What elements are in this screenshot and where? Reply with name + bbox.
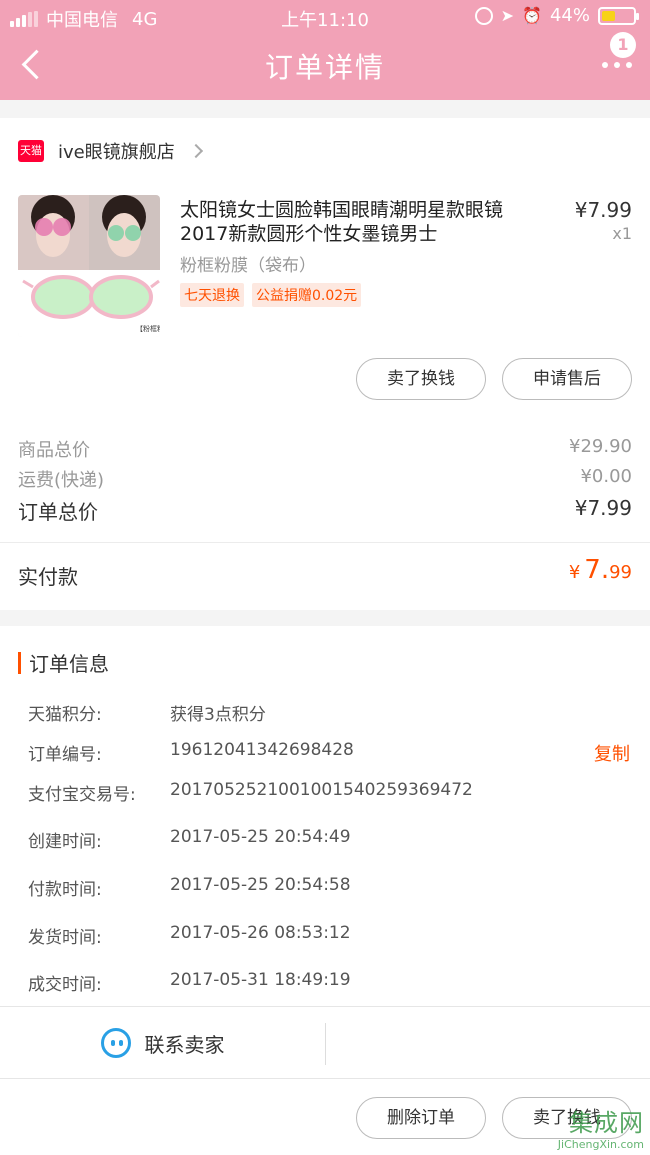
contact-bar: 联系卖家: [0, 1006, 650, 1078]
paid-currency: ¥: [568, 562, 581, 583]
sunglasses-photo: 【粉框粉膜】: [18, 195, 160, 337]
info-value: 获得3点积分: [170, 705, 266, 725]
paid-row: 实付款 ¥ 7. 99: [0, 542, 650, 610]
sell-button[interactable]: 卖了换钱: [356, 358, 486, 400]
info-value: 2017-05-25 20:54:49: [170, 827, 351, 847]
paid-decimal: 99: [609, 562, 632, 583]
order-total-value: ¥7.99: [574, 496, 632, 520]
order-info-title: 订单信息: [29, 652, 109, 676]
order-info-card: 订单信息 天猫积分: 获得3点积分 订单编号: 1961204134269842…: [0, 626, 650, 1006]
page-title: 订单详情: [264, 51, 385, 84]
contact-seller-label: 联系卖家: [144, 1032, 225, 1057]
paid-amount: ¥ 7. 99: [569, 555, 632, 585]
contact-seller-button[interactable]: 联系卖家: [0, 1007, 325, 1079]
battery-icon: [598, 6, 639, 25]
info-value: 2017-05-25 20:54:58: [170, 875, 351, 895]
status-bar: 中国电信 4G 上午11:10 ➤ ⏰ 44%: [0, 0, 650, 34]
battery-percent: 44%: [549, 5, 590, 26]
after-sale-button[interactable]: 申请售后: [502, 358, 632, 400]
store-link[interactable]: 天猫 ive眼镜旗舰店: [18, 138, 203, 164]
info-key: 支付宝交易号:: [28, 785, 136, 805]
rotation-lock-icon: [474, 6, 493, 25]
info-key: 订单编号:: [28, 745, 102, 765]
info-key: 成交时间:: [28, 975, 102, 995]
chevron-right-icon: [188, 143, 203, 159]
service-tags: 七天退换 公益捐赠0.02元: [180, 283, 362, 307]
shipping-label: 运费(快递): [18, 470, 105, 491]
info-value: 19612041342698428: [170, 740, 354, 760]
info-key: 创建时间:: [28, 832, 102, 852]
info-key: 付款时间:: [28, 880, 102, 900]
watermark: 集成网 JiChengXin.com: [558, 1103, 644, 1151]
product-image[interactable]: 【粉框粉膜】: [18, 195, 160, 337]
header: 中国电信 4G 上午11:10 ➤ ⏰ 44% 订单详情 1: [0, 0, 650, 100]
divider: [325, 1023, 326, 1065]
watermark-main: 集成网: [569, 1109, 644, 1137]
tag-charity: 公益捐赠0.02元: [252, 283, 362, 307]
tmall-logo-icon: 天猫: [18, 140, 44, 162]
goods-total-label: 商品总价: [18, 440, 90, 461]
battery-fill: [602, 10, 616, 21]
product-quantity: x1: [612, 224, 632, 243]
info-value: 2017-05-26 08:53:12: [170, 923, 351, 943]
shipping-row: 运费(快递) ¥0.00: [18, 466, 632, 492]
product-spec: 粉框粉膜（袋布）: [180, 256, 316, 276]
info-value: 2017-05-31 18:49:19: [170, 970, 351, 990]
shipping-value: ¥0.00: [580, 466, 632, 487]
goods-total-value: ¥29.90: [569, 436, 632, 457]
image-caption: 【粉框粉膜】: [136, 324, 160, 333]
copy-button[interactable]: 复制: [594, 740, 630, 766]
info-key: 天猫积分:: [28, 705, 102, 725]
section-marker: [18, 651, 21, 674]
status-right: ➤ ⏰ 44%: [474, 5, 639, 26]
alarm-icon: ⏰: [522, 6, 542, 25]
product-title[interactable]: 太阳镜女士圆脸韩国眼睛潮明星款眼镜2017新款圆形个性女墨镜男士: [180, 198, 540, 246]
info-value: 2017052521001001540259369472: [170, 780, 473, 800]
watermark-sub: JiChengXin.com: [557, 1138, 644, 1151]
order-item-card: 天猫 ive眼镜旗舰店 【粉框粉膜】 太阳镜女士圆脸韩国眼睛潮明星款眼镜2017…: [0, 118, 650, 542]
paid-label: 实付款: [18, 565, 78, 589]
bottom-action-bar: 删除订单 卖了换钱: [0, 1078, 650, 1155]
order-total-row: 订单总价 ¥7.99: [18, 496, 632, 525]
info-key: 发货时间:: [28, 928, 102, 948]
store-name[interactable]: ive眼镜旗舰店: [58, 138, 175, 164]
order-total-label: 订单总价: [18, 500, 98, 524]
chat-icon: [100, 1028, 131, 1058]
product-price: ¥7.99: [574, 198, 632, 222]
more-icon[interactable]: [602, 60, 632, 70]
delete-order-button[interactable]: 删除订单: [356, 1097, 486, 1139]
order-info-header: 订单信息: [18, 648, 109, 677]
goods-total-row: 商品总价 ¥29.90: [18, 436, 632, 462]
paid-integer: 7.: [584, 555, 610, 585]
message-badge[interactable]: 1: [610, 32, 636, 58]
tag-return: 七天退换: [180, 283, 244, 307]
location-icon: ➤: [500, 6, 515, 25]
